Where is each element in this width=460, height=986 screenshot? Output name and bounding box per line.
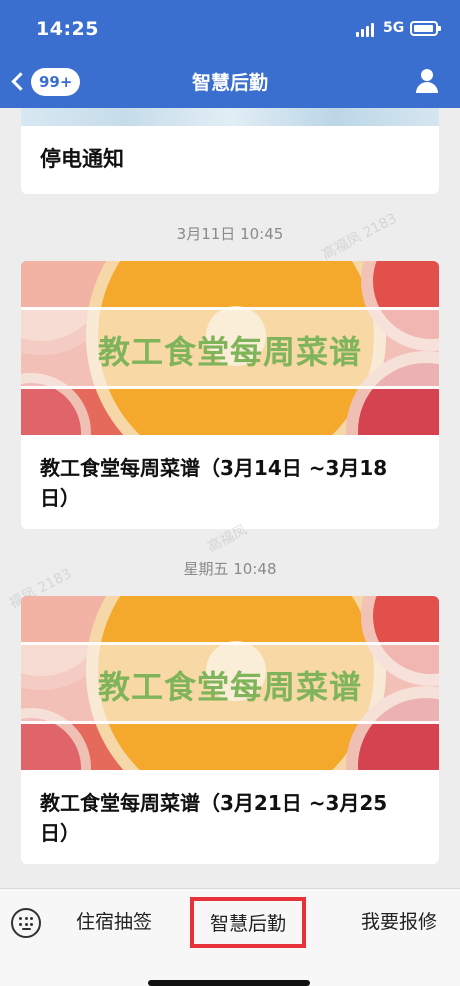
status-bar: 14:25 5G (0, 0, 460, 58)
caption-line: 教工食堂每周菜谱（3月21日 ~3月25 (40, 791, 388, 815)
nav-bar: 99+ 智慧后勤 (0, 58, 460, 108)
message-feed[interactable]: 停电通知 3月11日 10:45 高福凤 2183 教工食堂每周菜谱 教工食堂每… (0, 108, 460, 888)
notice-image (21, 108, 439, 126)
article-banner: 教工食堂每周菜谱 (21, 596, 439, 770)
banner-text: 教工食堂每周菜谱 (97, 333, 362, 371)
home-indicator[interactable] (148, 980, 310, 986)
screen: 14:25 5G 99+ 智慧后勤 停电通知 3月11日 10:45 高福凤 2… (0, 0, 460, 986)
article-caption: 教工食堂每周菜谱（3月14日 ~3月18 日） (40, 453, 422, 513)
keyboard-icon[interactable] (11, 908, 41, 938)
menu-item-repair-request[interactable]: 我要报修 (361, 907, 437, 934)
caption-line: 日） (40, 821, 80, 845)
user-icon[interactable] (414, 68, 440, 94)
caption-line: 教工食堂每周菜谱（3月14日 ~3月18 (40, 456, 388, 480)
network-label: 5G (383, 20, 405, 36)
signal-icon (356, 23, 378, 37)
notice-card[interactable]: 停电通知 (21, 108, 439, 194)
menu-article-card[interactable]: 教工食堂每周菜谱 教工食堂每周菜谱（3月21日 ~3月25 日） (21, 596, 439, 864)
battery-icon (410, 21, 441, 36)
message-timestamp: 3月11日 10:45 (176, 225, 284, 243)
message-timestamp: 星期五 10:48 (183, 560, 277, 578)
notice-title: 停电通知 (40, 147, 124, 171)
menu-article-card[interactable]: 教工食堂每周菜谱 教工食堂每周菜谱（3月14日 ~3月18 日） (21, 261, 439, 529)
page-title: 智慧后勤 (191, 72, 268, 94)
status-time: 14:25 (36, 18, 99, 40)
header: 14:25 5G 99+ 智慧后勤 (0, 0, 460, 108)
menu-item-housing-lottery[interactable]: 住宿抽签 (76, 907, 152, 934)
article-caption: 教工食堂每周菜谱（3月21日 ~3月25 日） (40, 788, 422, 848)
caption-line: 日） (40, 486, 80, 510)
bottom-menu: 住宿抽签 智慧后勤 我要报修 (0, 888, 460, 986)
article-banner: 教工食堂每周菜谱 (21, 261, 439, 435)
banner-text: 教工食堂每周菜谱 (97, 668, 362, 706)
menu-item-smart-logistics[interactable]: 智慧后勤 (190, 897, 307, 948)
